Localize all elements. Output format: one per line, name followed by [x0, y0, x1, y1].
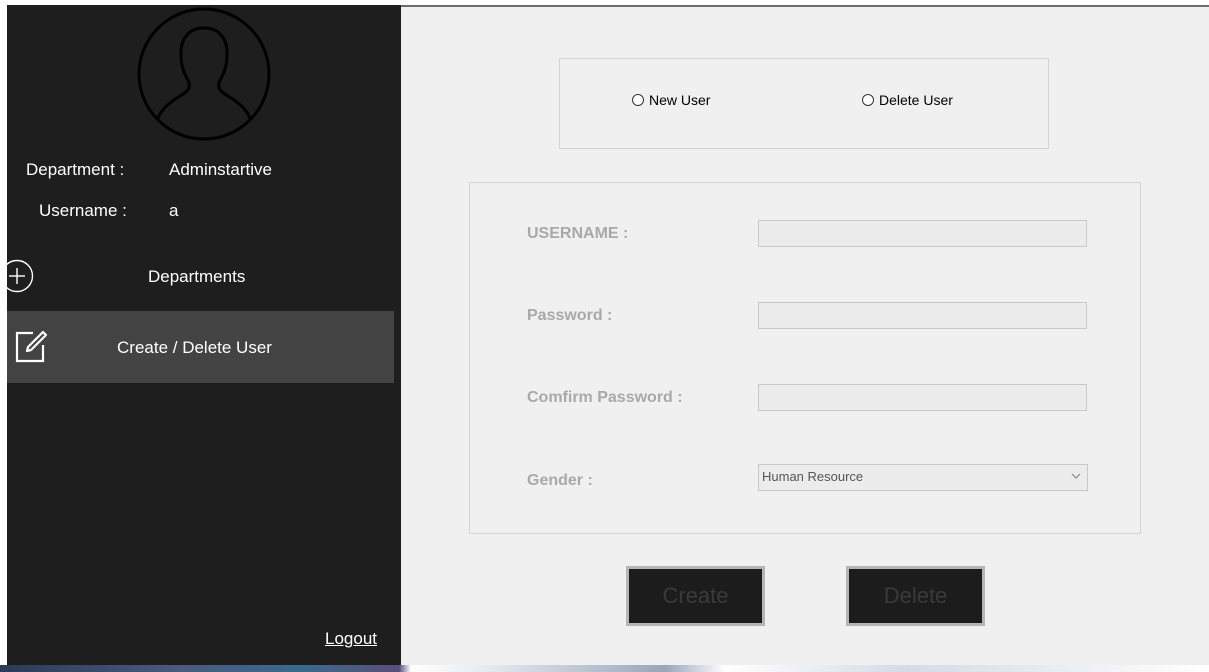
radio-new-user[interactable]: New User	[632, 92, 710, 108]
user-form: USERNAME : Password : Comfirm Password :…	[469, 182, 1141, 534]
confirm-password-input[interactable]	[758, 384, 1087, 411]
edit-icon	[15, 330, 47, 363]
radio-delete-user-circle[interactable]	[862, 94, 874, 106]
radio-delete-user-label: Delete User	[879, 92, 953, 108]
app-window: Department : Adminstartive Username : a …	[0, 0, 1209, 672]
user-avatar-icon	[137, 7, 271, 141]
nav-item-create-delete-user-label: Create / Delete User	[117, 338, 272, 357]
confirm-password-field-label: Comfirm Password :	[527, 389, 683, 406]
username-input[interactable]	[758, 220, 1087, 247]
logout-link[interactable]: Logout	[325, 629, 377, 649]
gender-field-label: Gender :	[527, 472, 593, 489]
nav-item-departments-label: Departments	[148, 267, 246, 286]
user-mode-radio-group: New User Delete User	[559, 58, 1049, 149]
create-button[interactable]: Create	[626, 566, 765, 626]
main-panel: New User Delete User USERNAME : Password…	[401, 5, 1209, 665]
username-label: Username :	[39, 201, 127, 220]
username-value: a	[169, 201, 179, 220]
plus-circle-icon	[0, 259, 34, 293]
gender-select[interactable]: Human Resource	[758, 464, 1088, 491]
delete-button[interactable]: Delete	[846, 566, 985, 626]
sidebar: Department : Adminstartive Username : a …	[0, 5, 406, 665]
chevron-down-icon	[1071, 473, 1081, 479]
taskbar-strip	[0, 665, 1209, 672]
gender-select-value: Human Resource	[762, 469, 864, 484]
nav-item-create-delete-user[interactable]: Create / Delete User	[7, 311, 394, 383]
radio-new-user-label: New User	[649, 92, 711, 108]
password-input[interactable]	[758, 302, 1087, 329]
department-label: Department :	[26, 160, 125, 179]
radio-delete-user[interactable]: Delete User	[862, 92, 953, 108]
nav-item-departments[interactable]: Departments	[0, 241, 394, 313]
radio-new-user-circle[interactable]	[632, 94, 644, 106]
password-field-label: Password :	[527, 307, 613, 324]
username-field-label: USERNAME :	[527, 225, 629, 242]
department-value: Adminstartive	[169, 160, 272, 179]
